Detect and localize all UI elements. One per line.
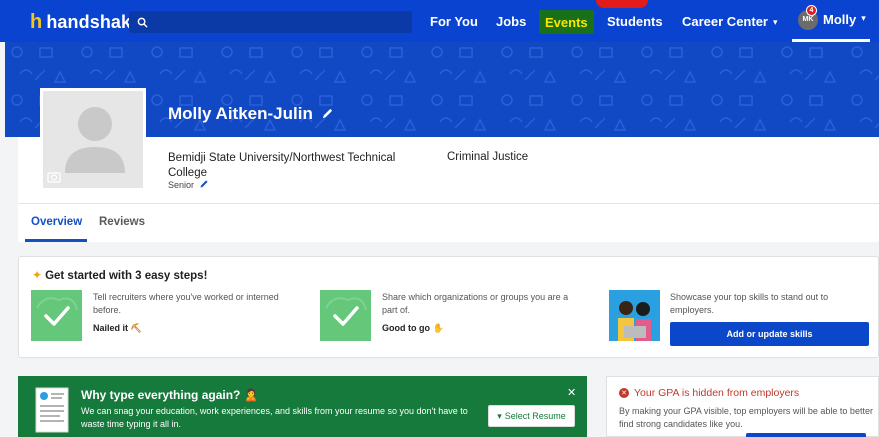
notification-badge: 4 — [806, 4, 817, 16]
tab-reviews[interactable]: Reviews — [99, 216, 145, 228]
nav-for-you[interactable]: For You — [430, 14, 478, 29]
hands-icon: ✋ — [432, 323, 444, 333]
user-menu[interactable]: MK 4 Molly ▾ — [792, 0, 870, 42]
hammer-icon: ⛏ — [130, 323, 142, 333]
nav-events[interactable]: Events — [539, 10, 594, 34]
step-1-status-text: Nailed it — [93, 323, 129, 333]
step-check-tile — [320, 290, 371, 341]
logo-mark: h — [30, 11, 43, 33]
class-year: Senior — [168, 179, 209, 190]
step-3-text: Showcase your top skills to stand out to… — [670, 292, 829, 315]
major: Criminal Justice — [447, 151, 529, 163]
search-icon — [137, 17, 148, 28]
edit-pencil-icon[interactable] — [199, 179, 209, 189]
nav-jobs[interactable]: Jobs — [496, 14, 526, 29]
error-icon: ✕ — [619, 388, 629, 398]
profile-photo[interactable] — [40, 88, 146, 191]
chevron-down-icon: ▾ — [497, 410, 502, 421]
search-input[interactable] — [129, 11, 412, 33]
resume-card-title-text: Why type everything again? — [81, 388, 241, 402]
sparkle-icon: ✦ — [32, 268, 43, 282]
decorative-shape — [596, 0, 648, 8]
person-placeholder-icon — [47, 107, 125, 183]
nav-career-center-label: Career Center — [682, 14, 768, 29]
top-nav: h handshake For You Jobs Events Students… — [0, 0, 879, 42]
nav-career-center[interactable]: Career Center ▾ — [682, 14, 778, 29]
step-1-text: Tell recruiters where you've worked or i… — [93, 292, 279, 315]
gpa-warning-title-text: Your GPA is hidden from employers — [634, 387, 800, 399]
avatar-initials: MK — [802, 16, 814, 23]
step-check-tile — [31, 290, 82, 341]
gpa-warning-text: By making your GPA visible, top employer… — [619, 406, 873, 429]
gpa-warning-title: ✕ Your GPA is hidden from employers — [619, 387, 799, 399]
resume-document-icon — [35, 387, 69, 433]
select-resume-label: Select Resume — [504, 411, 566, 421]
nav-students[interactable]: Students — [607, 14, 663, 29]
chevron-down-icon: ▾ — [773, 17, 778, 27]
resume-card-text: We can snag your education, work experie… — [81, 406, 468, 429]
handshake-logo[interactable]: h handshake — [30, 11, 141, 34]
profile-name-text: Molly Aitken-Julin — [168, 104, 313, 123]
class-year-text: Senior — [168, 180, 195, 190]
skills-illustration — [609, 290, 660, 341]
user-name: Molly — [823, 12, 857, 27]
checkmark-icon — [325, 297, 367, 326]
active-tab-indicator — [25, 239, 87, 242]
step-2-text: Share which organizations or groups you … — [382, 292, 569, 315]
close-icon[interactable]: ✕ — [567, 386, 576, 399]
people-icon — [618, 301, 651, 341]
gpa-action-button[interactable] — [746, 433, 866, 437]
checkmark-icon — [36, 297, 78, 326]
chevron-down-icon: ▾ — [861, 13, 866, 23]
get-started-title-text: Get started with 3 easy steps! — [45, 270, 208, 282]
resume-card-title: Why type everything again? 🙎 — [81, 388, 259, 402]
step-2-status: Good to go ✋ — [382, 323, 444, 334]
add-skills-button[interactable]: Add or update skills — [670, 322, 869, 346]
avatar: MK 4 — [798, 4, 818, 30]
step-2-status-text: Good to go — [382, 323, 430, 333]
profile-name: Molly Aitken-Julin — [168, 104, 334, 124]
divider — [18, 203, 879, 204]
logo-text: handshake — [46, 12, 142, 32]
select-resume-button[interactable]: ▾ Select Resume — [488, 405, 575, 427]
edit-pencil-icon[interactable] — [321, 107, 334, 120]
school-name: Bemidji State University/Northwest Techn… — [168, 152, 396, 179]
tab-overview[interactable]: Overview — [31, 216, 82, 228]
person-emoji-icon: 🙎 — [243, 388, 259, 402]
get-started-title: ✦ Get started with 3 easy steps! — [32, 268, 207, 282]
step-1-status: Nailed it ⛏ — [93, 323, 142, 334]
